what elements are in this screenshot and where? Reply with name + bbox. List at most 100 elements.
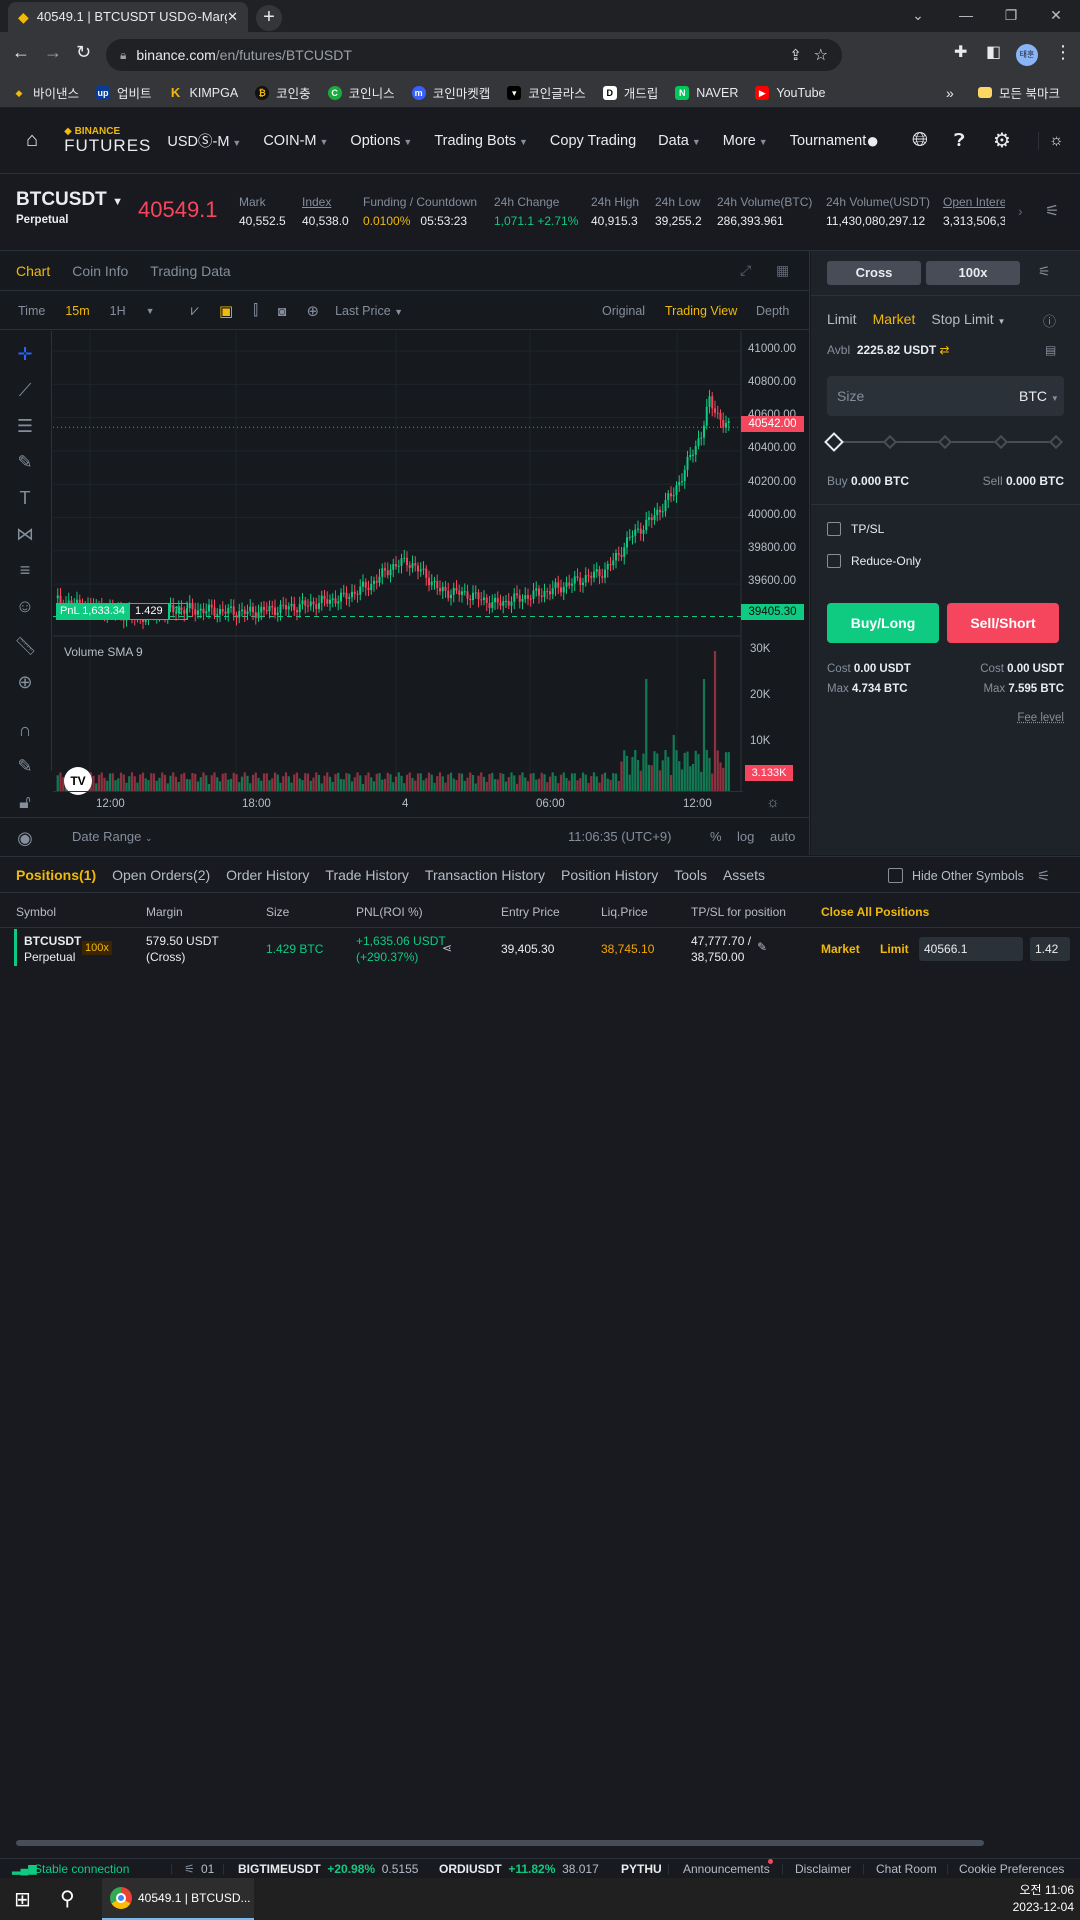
- log-toggle[interactable]: log: [737, 829, 754, 844]
- bookmark-star-icon[interactable]: ☆: [814, 45, 828, 65]
- chart-settings-icon[interactable]: ☼: [766, 794, 780, 811]
- theme-toggle-icon[interactable]: ☼: [1038, 131, 1064, 150]
- positions-settings-icon[interactable]: ⚟: [1037, 867, 1050, 885]
- edit-tpsl-icon[interactable]: ✎: [757, 940, 767, 954]
- bookmark-coinmarketcap[interactable]: m 코인마켓캡: [411, 83, 490, 102]
- fullscreen-icon[interactable]: ⤢: [740, 262, 751, 279]
- tab-position-history[interactable]: Position History: [561, 867, 658, 883]
- view-trading-view[interactable]: Trading View: [665, 304, 737, 318]
- chat-room-link[interactable]: Chat Room: [876, 1862, 937, 1876]
- pos-symbol[interactable]: BTCUSDT: [24, 934, 81, 948]
- lock-icon[interactable]: 🔓︎: [14, 791, 36, 813]
- ticker-bigtime[interactable]: BIGTIMEUSDT +20.98% 0.5155: [238, 1862, 418, 1876]
- stat-index[interactable]: Index 40,538.0: [302, 195, 349, 228]
- magnet-icon[interactable]: ∩: [14, 719, 36, 741]
- price-chart[interactable]: [53, 331, 810, 811]
- fib-icon[interactable]: ☰: [14, 415, 36, 437]
- slider-handle[interactable]: [824, 432, 844, 452]
- tab-trading-data[interactable]: Trading Data: [150, 263, 230, 279]
- reload-icon[interactable]: ↻: [76, 42, 91, 63]
- horizontal-scrollbar[interactable]: [16, 1840, 984, 1846]
- taskbar-chrome-app[interactable]: 40549.1 | BTCUSD...: [102, 1878, 254, 1920]
- tab-trade-history[interactable]: Trade History: [325, 867, 409, 883]
- bookmark-coinchung[interactable]: ₿ 코인충: [255, 83, 311, 102]
- emoji-icon[interactable]: ☺: [14, 595, 36, 617]
- restore-icon[interactable]: ❐: [993, 0, 1029, 30]
- pattern-icon[interactable]: ⋈: [14, 523, 36, 545]
- margin-mode-button[interactable]: Cross: [827, 261, 921, 285]
- browser-tab[interactable]: ◆ 40549.1 | BTCUSDT USD⊙-Marg ✕: [8, 2, 248, 32]
- share-icon[interactable]: ⇪: [789, 46, 802, 64]
- measure-lines-icon[interactable]: ≡: [14, 559, 36, 581]
- forward-icon[interactable]: →: [44, 42, 62, 63]
- bookmark-kimpga[interactable]: K KIMPGA: [169, 85, 238, 100]
- globe-icon[interactable]: 🌐︎: [912, 129, 928, 152]
- auto-toggle[interactable]: auto: [770, 829, 795, 844]
- tab-tools[interactable]: Tools: [674, 867, 707, 883]
- tab-search-icon[interactable]: ⌄: [900, 0, 936, 30]
- close-limit-button[interactable]: Limit: [880, 942, 909, 956]
- grid-layout-icon[interactable]: ▦: [776, 262, 789, 279]
- menu-kebab-icon[interactable]: ⋮: [1054, 42, 1072, 63]
- reduce-only-checkbox[interactable]: Reduce-Only: [827, 554, 921, 568]
- ticker-settings-icon[interactable]: ⚟: [184, 1862, 195, 1876]
- more-bookmarks-icon[interactable]: »: [946, 85, 954, 101]
- binance-futures-logo[interactable]: ◆ BINANCE FUTURES: [64, 127, 151, 155]
- nav-coinm[interactable]: COIN-M ▼: [263, 133, 328, 149]
- close-window-icon[interactable]: ✕: [1038, 0, 1074, 30]
- order-type-limit[interactable]: Limit: [827, 311, 857, 327]
- back-icon[interactable]: ←: [12, 42, 30, 63]
- bookmark-gaedrip[interactable]: D 개드립: [602, 83, 658, 102]
- date-range-button[interactable]: Date Range ⌄: [72, 829, 153, 844]
- help-icon[interactable]: ❓︎: [954, 130, 965, 151]
- add-icon[interactable]: ⊕: [307, 302, 320, 320]
- profile-avatar[interactable]: 태훈: [1016, 44, 1038, 66]
- interval-15m[interactable]: 15m: [65, 304, 89, 318]
- close-limit-price-input[interactable]: 40566.1: [919, 937, 1023, 961]
- text-icon[interactable]: T: [14, 487, 36, 509]
- ruler-icon[interactable]: 📏︎: [14, 635, 37, 657]
- tab-assets[interactable]: Assets: [723, 867, 765, 883]
- new-tab-button[interactable]: +: [256, 5, 282, 31]
- fee-level-link[interactable]: Fee level: [961, 712, 1064, 724]
- account-icon[interactable]: ●: [866, 128, 879, 154]
- disclaimer-link[interactable]: Disclaimer: [795, 1862, 851, 1876]
- buy-long-button[interactable]: Buy/Long: [827, 603, 939, 643]
- chart-style-icon[interactable]: ▣: [219, 302, 233, 320]
- bookmark-binance[interactable]: ◆ 바이낸스: [12, 83, 79, 102]
- close-tab-icon[interactable]: ✕: [227, 9, 238, 25]
- cookie-preferences-link[interactable]: Cookie Preferences: [959, 1862, 1064, 1876]
- bookmark-coinglass[interactable]: ▾ 코인글라스: [507, 83, 586, 102]
- stat-open-interest[interactable]: Open Intere 3,313,506,3: [943, 195, 1005, 228]
- indicators-icon[interactable]: ⩗: [191, 302, 199, 319]
- minimize-icon[interactable]: —: [948, 0, 984, 30]
- pnl-label[interactable]: PnL 1,633.34 1.429 ⇅: [56, 603, 188, 620]
- trendline-icon[interactable]: ⟋: [14, 379, 36, 401]
- ticker-ordi[interactable]: ORDIUSDT +11.82% 38.017: [439, 1862, 599, 1876]
- order-type-stop-limit[interactable]: Stop Limit ▼: [931, 311, 1005, 327]
- nav-copy-trading[interactable]: Copy Trading: [550, 133, 636, 149]
- crosshair-icon[interactable]: ✛: [14, 343, 36, 365]
- zoom-icon[interactable]: ⊕: [14, 671, 36, 693]
- calculator-icon[interactable]: ▤: [1045, 343, 1056, 357]
- view-depth[interactable]: Depth: [756, 304, 789, 318]
- screenshot-icon[interactable]: ◙: [278, 303, 286, 319]
- brush-icon[interactable]: ✎: [14, 451, 36, 473]
- announcements-link[interactable]: Announcements: [683, 1862, 770, 1876]
- ticker-pyth[interactable]: PYTHU: [621, 1862, 662, 1876]
- nav-usdm[interactable]: USDⓈ-M ▼: [167, 130, 241, 151]
- percent-toggle[interactable]: %: [710, 829, 722, 844]
- sell-short-button[interactable]: Sell/Short: [947, 603, 1059, 643]
- all-bookmarks[interactable]: 모든 북마크: [978, 83, 1060, 102]
- windows-start-icon[interactable]: ⊞: [14, 1887, 31, 1912]
- url-field[interactable]: 🔒︎ binance.com/en/futures/BTCUSDT ⇪ ☆: [106, 39, 842, 71]
- tab-transaction-history[interactable]: Transaction History: [425, 867, 545, 883]
- leverage-button[interactable]: 100x: [926, 261, 1020, 285]
- system-clock[interactable]: 오전 11:06 2023-12-04: [990, 1882, 1074, 1916]
- nav-trading-bots[interactable]: Trading Bots ▼: [434, 133, 528, 149]
- settings-gear-icon[interactable]: ⚙: [993, 128, 1011, 153]
- home-icon[interactable]: ⌂: [26, 129, 38, 152]
- close-market-button[interactable]: Market: [821, 942, 860, 956]
- close-all-positions-button[interactable]: Close All Positions: [821, 905, 929, 919]
- sidepanel-icon[interactable]: ◧: [986, 42, 1001, 62]
